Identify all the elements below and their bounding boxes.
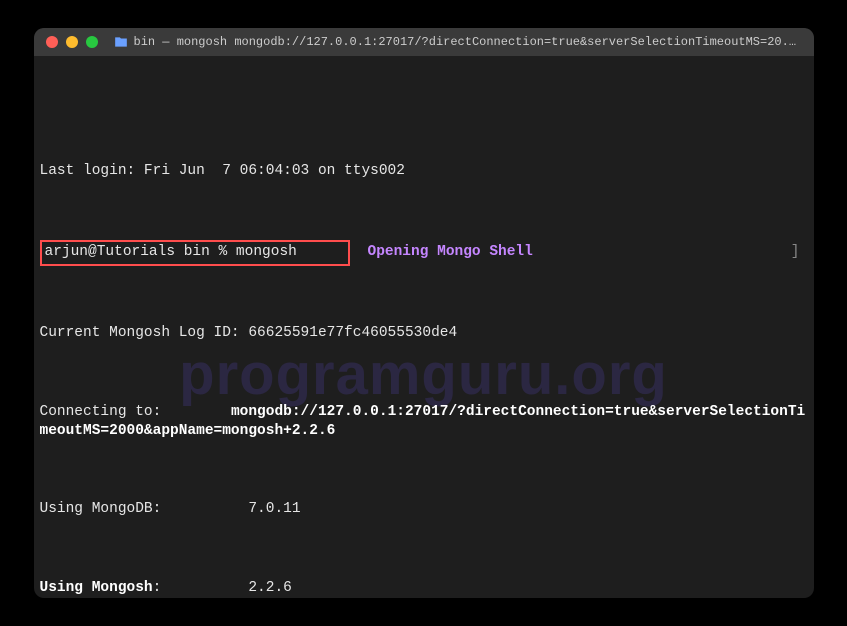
log-id-line: Current Mongosh Log ID: 66625591e77fc460… xyxy=(40,324,808,344)
bracket-icon: ] xyxy=(791,243,800,263)
window-title: bin — mongosh mongodb://127.0.0.1:27017/… xyxy=(134,35,802,49)
using-mongosh-line: Using Mongosh: 2.2.6 xyxy=(40,579,808,598)
folder-icon xyxy=(114,35,128,49)
close-icon[interactable] xyxy=(46,36,58,48)
last-login-line: Last login: Fri Jun 7 06:04:03 on ttys00… xyxy=(40,162,808,182)
mongodb-version: 7.0.11 xyxy=(161,501,300,517)
maximize-icon[interactable] xyxy=(86,36,98,48)
mongosh-version: 2.2.6 xyxy=(161,580,292,596)
using-mongodb-line: Using MongoDB: 7.0.11 xyxy=(40,500,808,520)
annotation-opening-shell: Opening Mongo Shell xyxy=(368,243,533,263)
connecting-label: Connecting to: xyxy=(40,404,231,420)
command-highlight-1: arjun@Tutorials bin % mongosh xyxy=(40,240,350,266)
terminal-window: bin — mongosh mongodb://127.0.0.1:27017/… xyxy=(34,28,814,598)
minimize-icon[interactable] xyxy=(66,36,78,48)
terminal-content[interactable]: programguru.org Last login: Fri Jun 7 06… xyxy=(34,56,814,598)
window-controls xyxy=(46,36,98,48)
titlebar: bin — mongosh mongodb://127.0.0.1:27017/… xyxy=(34,28,814,56)
mongodb-label: Using MongoDB: xyxy=(40,501,162,517)
mongosh-label: Using Mongosh xyxy=(40,580,153,596)
connecting-line: Connecting to: mongodb://127.0.0.1:27017… xyxy=(40,403,808,442)
